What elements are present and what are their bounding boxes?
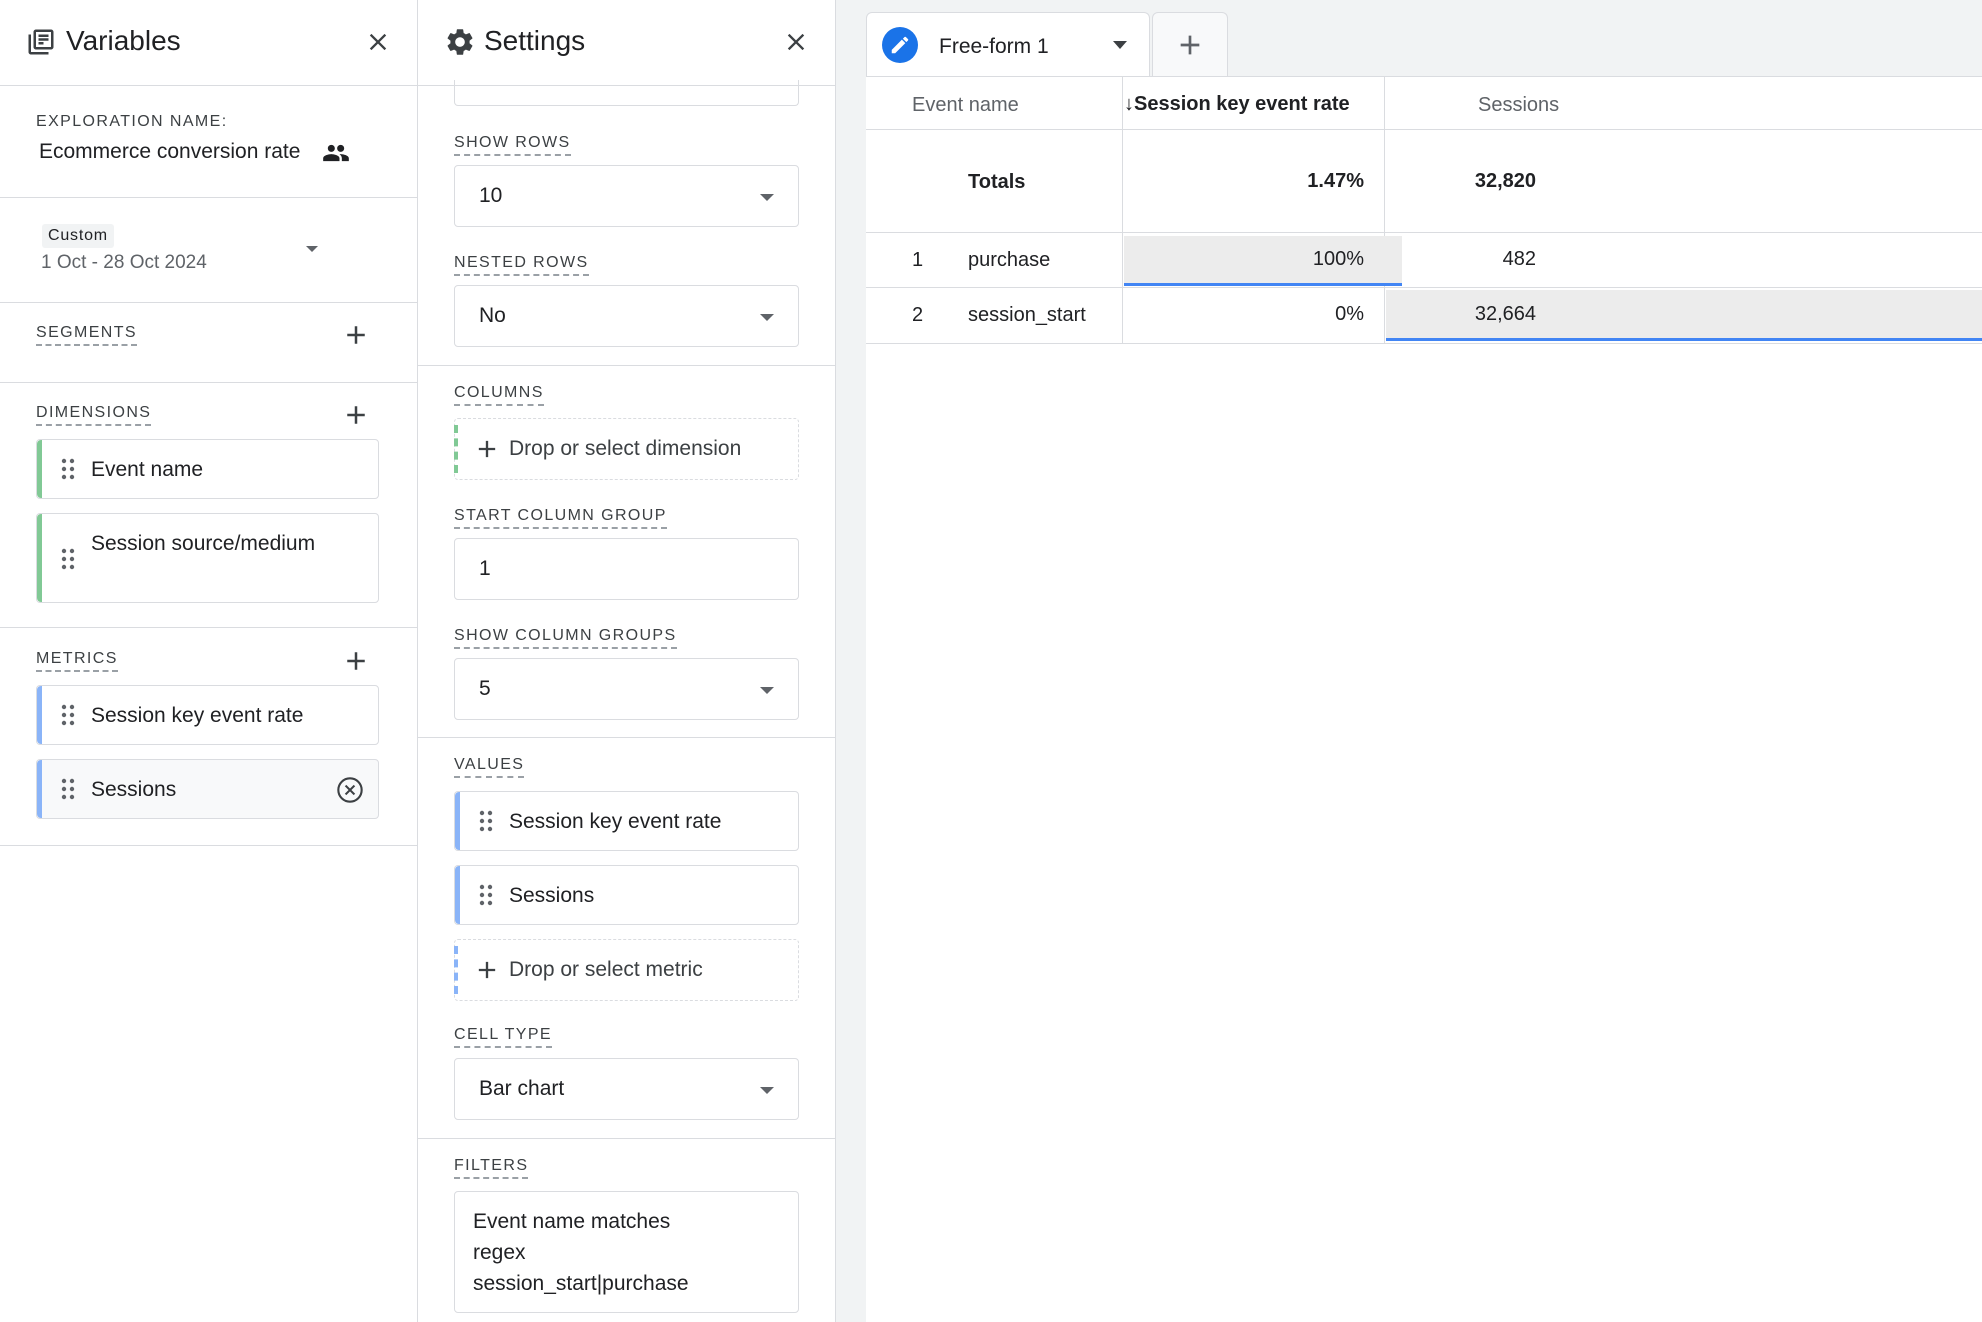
caret-down-icon bbox=[760, 314, 774, 321]
header-event-name[interactable]: Event name bbox=[912, 94, 1019, 117]
dimension-chip-event-name[interactable]: Event name bbox=[36, 439, 379, 499]
date-range-text: 1 Oct - 28 Oct 2024 bbox=[41, 252, 207, 273]
row-session-key-event-rate: 100% bbox=[1312, 248, 1364, 270]
totals-session-key-event-rate: 1.47% bbox=[1307, 170, 1364, 192]
nested-rows-select[interactable]: No bbox=[454, 285, 799, 347]
add-metric-button[interactable] bbox=[341, 646, 371, 676]
cell-type-select[interactable]: Bar chart bbox=[454, 1058, 799, 1120]
columns-placeholder: Drop or select dimension bbox=[509, 437, 742, 460]
show-rows-label: SHOW ROWS bbox=[454, 134, 571, 156]
row-index: 1 bbox=[912, 249, 924, 271]
start-column-group-input[interactable]: 1 bbox=[454, 538, 799, 600]
caret-down-icon bbox=[760, 687, 774, 694]
add-dimension-button[interactable] bbox=[341, 400, 371, 430]
close-variables-icon[interactable] bbox=[364, 28, 392, 56]
filter-text-line: session_start|purchase bbox=[473, 1272, 689, 1295]
caret-down-icon bbox=[760, 194, 774, 201]
people-icon bbox=[322, 139, 350, 167]
metric-chip-session-key-event-rate[interactable]: Session key event rate bbox=[36, 685, 379, 745]
remove-metric-icon[interactable] bbox=[336, 776, 364, 804]
metric-chip-sessions[interactable]: Sessions bbox=[36, 759, 379, 819]
row-event-name: session_start bbox=[968, 304, 1086, 326]
filters-label: FILTERS bbox=[454, 1157, 529, 1179]
row-index: 2 bbox=[912, 304, 924, 326]
sort-arrow-icon: ↓ bbox=[1124, 93, 1134, 115]
metrics-label: METRICS bbox=[36, 650, 118, 672]
value-chip-sessions[interactable]: Sessions bbox=[454, 865, 799, 925]
row-sessions: 32,664 bbox=[1474, 303, 1536, 325]
totals-sessions: 32,820 bbox=[1474, 170, 1536, 192]
nested-rows-label: NESTED ROWS bbox=[454, 254, 589, 276]
dimension-chip-session-source-medium[interactable]: Session source/medium bbox=[36, 513, 379, 603]
filter-text-line: Event name matches bbox=[473, 1210, 671, 1233]
metric-chip-label: Session key event rate bbox=[91, 704, 304, 727]
add-segment-button[interactable] bbox=[341, 320, 371, 350]
table-row[interactable]: 1 purchase 100% 482 bbox=[866, 233, 1982, 287]
row-session-key-event-rate: 0% bbox=[1335, 303, 1364, 325]
drag-handle-icon[interactable] bbox=[479, 810, 493, 832]
drag-handle-icon[interactable] bbox=[61, 778, 75, 800]
row-event-name: purchase bbox=[968, 249, 1051, 271]
table-card: Event name ↓Session key event rate Sessi… bbox=[866, 76, 1982, 1322]
value-chip-session-key-event-rate[interactable]: Session key event rate bbox=[454, 791, 799, 851]
values-placeholder: Drop or select metric bbox=[509, 958, 703, 981]
columns-drop-zone[interactable]: Drop or select dimension bbox=[454, 418, 799, 480]
tab-menu-caret-icon[interactable] bbox=[1113, 41, 1127, 49]
cell-type-label: CELL TYPE bbox=[454, 1026, 552, 1048]
nested-rows-value: No bbox=[479, 304, 506, 327]
date-range-badge: Custom bbox=[42, 224, 114, 248]
tab-label: Free-form 1 bbox=[939, 35, 1049, 58]
header-sessions[interactable]: Sessions bbox=[1478, 94, 1559, 117]
exploration-name-label: EXPLORATION NAME: bbox=[36, 113, 228, 130]
value-chip-label: Session key event rate bbox=[509, 810, 722, 833]
values-drop-zone[interactable]: Drop or select metric bbox=[454, 939, 799, 1001]
show-column-groups-select[interactable]: 5 bbox=[454, 658, 799, 720]
caret-down-icon bbox=[760, 1087, 774, 1094]
start-column-group-label: START COLUMN GROUP bbox=[454, 507, 667, 529]
values-label: VALUES bbox=[454, 756, 525, 778]
show-rows-value: 10 bbox=[479, 184, 503, 207]
dimensions-label: DIMENSIONS bbox=[36, 404, 152, 426]
close-settings-icon[interactable] bbox=[782, 28, 810, 56]
plus-icon bbox=[473, 956, 501, 984]
tab-free-form-1[interactable]: Free-form 1 bbox=[866, 12, 1150, 76]
caret-down-icon bbox=[306, 246, 318, 252]
dimension-chip-label: Session source/medium bbox=[91, 532, 316, 555]
value-chip-label: Sessions bbox=[509, 884, 595, 907]
settings-title: Settings bbox=[484, 25, 586, 56]
table-row[interactable]: 2 session_start 0% 32,664 bbox=[866, 288, 1982, 343]
show-rows-select[interactable]: 10 bbox=[454, 165, 799, 227]
drag-handle-icon[interactable] bbox=[479, 884, 493, 906]
metric-chip-label: Sessions bbox=[91, 778, 177, 801]
variables-panel: Variables EXPLORATION NAME: Ecommerce co… bbox=[0, 0, 417, 1322]
show-column-groups-label: SHOW COLUMN GROUPS bbox=[454, 627, 677, 649]
drag-handle-icon[interactable] bbox=[61, 458, 75, 480]
cell-type-value: Bar chart bbox=[479, 1077, 565, 1100]
segments-label: SEGMENTS bbox=[36, 324, 137, 346]
drag-handle-icon[interactable] bbox=[61, 704, 75, 726]
header-session-key-event-rate[interactable]: ↓Session key event rate bbox=[1124, 93, 1350, 116]
date-range-selector[interactable]: Custom 1 Oct - 28 Oct 2024 bbox=[30, 214, 370, 284]
scrolled-field bbox=[454, 80, 799, 106]
row-sessions: 482 bbox=[1502, 248, 1536, 270]
start-column-group-value: 1 bbox=[479, 557, 491, 580]
filter-text-line: regex bbox=[473, 1241, 526, 1264]
plus-icon bbox=[473, 435, 501, 463]
gear-icon bbox=[444, 26, 476, 58]
variables-title: Variables bbox=[66, 25, 181, 56]
filter-chip[interactable]: Event name matches regex session_start|p… bbox=[454, 1191, 799, 1313]
dimension-chip-label: Event name bbox=[91, 458, 204, 481]
library-books-icon bbox=[26, 27, 56, 57]
show-column-groups-value: 5 bbox=[479, 677, 491, 700]
totals-label: Totals bbox=[968, 171, 1026, 193]
settings-panel: Settings SHOW ROWS 10 NESTED ROWS No COL… bbox=[418, 0, 835, 1322]
drag-handle-icon[interactable] bbox=[61, 548, 75, 570]
pencil-icon[interactable] bbox=[882, 27, 918, 63]
columns-label: COLUMNS bbox=[454, 384, 544, 406]
add-tab-button[interactable] bbox=[1152, 12, 1228, 76]
exploration-name-field[interactable]: Ecommerce conversion rate bbox=[39, 140, 300, 164]
